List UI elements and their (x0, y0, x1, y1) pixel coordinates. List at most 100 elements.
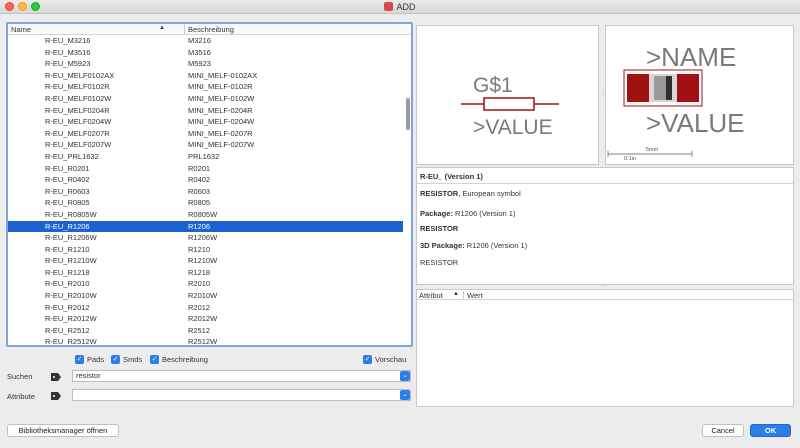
row-description: R2512 (188, 325, 211, 335)
table-row[interactable]: R-EU_R0805W R0805W (8, 209, 403, 221)
row-description: R1210 (188, 244, 211, 254)
table-row[interactable]: R-EU_MELF0207W MINI_MELF-0207W (8, 139, 403, 151)
package-value-text: >VALUE (646, 108, 745, 138)
list-rows: R-EU_M3216 M3216 R-EU_M3516 M3516 R-EU_M5923… (8, 35, 403, 347)
column-header-attribute[interactable]: Attribut (419, 291, 443, 300)
table-row[interactable]: R-EU_R1206 R1206 (8, 220, 403, 233)
row-name: R-EU_R2012W (45, 314, 97, 324)
sort-ascending-icon[interactable]: ▲ (453, 291, 459, 297)
pads-label: Pads (87, 355, 105, 364)
table-row[interactable]: R-EU_MELF0102W MINI_MELF-0102W (8, 93, 403, 105)
row-description: M3516 (188, 47, 211, 57)
table-row[interactable]: R-EU_R2512W R2512W (8, 336, 403, 347)
row-name: R-EU_R0805W (45, 209, 97, 219)
table-row[interactable]: R-EU_R2010 R2010 (8, 278, 403, 290)
row-description: R2012W (188, 314, 218, 324)
row-name: R-EU_R1218 (45, 267, 90, 277)
sort-ascending-icon[interactable]: ▲ (159, 25, 165, 31)
table-row[interactable]: R-EU_R1206W R1206W (8, 232, 403, 244)
open-library-manager-button[interactable]: Bibliotheksmanager öffnen (7, 424, 119, 437)
table-row[interactable]: R-EU_M3516 M3516 (8, 47, 403, 59)
column-divider[interactable] (184, 25, 185, 34)
table-row[interactable]: R-EU_R2012W R2012W (8, 313, 403, 325)
smds-label: Smds (123, 355, 143, 364)
pads-checkbox[interactable]: ✓ Pads (75, 354, 104, 365)
table-row[interactable]: R-EU_R0805 R0805 (8, 197, 403, 209)
3d-package-description: RESISTOR (420, 258, 459, 267)
table-row[interactable]: R-EU_R2512 R2512 (8, 325, 403, 337)
row-name: R-EU_M3216 (45, 36, 91, 45)
column-header-description[interactable]: Beschreibung (188, 25, 234, 34)
row-description: R1218 (188, 267, 211, 277)
scale-mm-label: 5mm (646, 147, 659, 153)
row-name: R-EU_R2010 (45, 279, 90, 289)
row-description: R2010 (188, 279, 211, 289)
search-label: Suchen (7, 372, 33, 381)
chevron-down-icon[interactable]: ⌄ (400, 390, 410, 400)
row-description: R1210W (188, 256, 218, 266)
checkmark-icon: ✓ (75, 355, 84, 364)
row-description: MINI_MELF-0204W (188, 117, 255, 127)
row-name: R-EU_R2512W (45, 337, 97, 347)
device-list[interactable]: Name ▲ Beschreibung R-EU_M3216 M3216 R-EU_… (6, 22, 413, 347)
scale-inch-label: 0.1in (624, 156, 636, 162)
search-input[interactable]: resistor ⌄ (72, 370, 411, 382)
row-description: MINI_MELF-0204R (188, 105, 253, 115)
app-icon (384, 2, 394, 11)
checkmark-icon: ✓ (111, 355, 120, 364)
table-row[interactable]: R-EU_M3216 M3216 (8, 35, 403, 47)
row-name: R-EU_MELF0102AX (45, 70, 115, 80)
row-name: R-EU_R1210 (45, 244, 90, 254)
row-description: MINI_MELF-0207W (188, 140, 255, 150)
symbol-preview: G$1 >VALUE (416, 25, 599, 165)
row-description: M5923 (188, 59, 211, 69)
table-row[interactable]: R-EU_R0402 R0402 (8, 174, 403, 186)
smds-checkbox[interactable]: ✓ Smds (111, 354, 142, 365)
column-divider[interactable] (463, 291, 464, 299)
table-row[interactable]: R-EU_M5923 M5923 (8, 58, 403, 70)
description-line: RESISTOR, European symbol (420, 189, 521, 198)
row-name: R-EU_MELF0102W (45, 93, 112, 103)
row-name: R-EU_M5923 (45, 59, 91, 69)
preview-checkbox[interactable]: ✓ Vorschau (363, 354, 406, 365)
table-row[interactable]: R-EU_R2012 R2012 (8, 302, 403, 314)
device-info-panel: R-EU_ (Version 1) RESISTOR, European sym… (416, 167, 794, 285)
attribute-input[interactable]: ⌄ (72, 389, 411, 401)
table-row[interactable]: R-EU_R0201 R0201 (8, 163, 403, 175)
symbol-name-text: G$1 (473, 74, 513, 97)
table-row[interactable]: R-EU_MELF0204R MINI_MELF-0204R (8, 105, 403, 117)
column-header-value[interactable]: Wert (467, 291, 483, 300)
table-row[interactable]: R-EU_PRL1632 PRL1632 (8, 151, 403, 163)
table-row[interactable]: R-EU_MELF0204W MINI_MELF-0204W (8, 116, 403, 128)
row-description: MINI_MELF-0102AX (188, 70, 258, 80)
column-header-name[interactable]: Name (11, 25, 31, 34)
ok-button[interactable]: OK (750, 424, 791, 437)
resistor-symbol-graphic: G$1 >VALUE (461, 74, 559, 139)
table-row[interactable]: R-EU_MELF0102AX MINI_MELF-0102AX (8, 70, 403, 82)
row-name: R-EU_MELF0204W (45, 117, 112, 127)
table-row[interactable]: R-EU_R1210 R1210 (8, 244, 403, 256)
row-name: R-EU_R0201 (45, 163, 90, 173)
attribute-table-header: Attribut ▲ Wert (417, 290, 793, 300)
title-bar: ADD (0, 0, 800, 14)
search-value: resistor (76, 371, 101, 380)
table-row[interactable]: R-EU_R1218 R1218 (8, 267, 403, 279)
table-row[interactable]: R-EU_MELF0102R MINI_MELF-0102R (8, 81, 403, 93)
row-description: R2010W (188, 291, 218, 301)
cancel-button[interactable]: Cancel (702, 424, 744, 437)
row-description: R2012 (188, 302, 211, 312)
table-row[interactable]: R-EU_R2010W R2010W (8, 290, 403, 302)
row-name: R-EU_R2010W (45, 291, 97, 301)
table-row[interactable]: R-EU_R0603 R0603 (8, 186, 403, 198)
row-name: R-EU_R0402 (45, 175, 90, 185)
row-name: R-EU_R2512 (45, 325, 90, 335)
package-line: Package: R1206 (Version 1) (420, 209, 516, 218)
table-row[interactable]: R-EU_R1210W R1210W (8, 255, 403, 267)
row-description: PRL1632 (188, 151, 220, 161)
table-row[interactable]: R-EU_MELF0207R MINI_MELF-0207R (8, 128, 403, 140)
chevron-down-icon[interactable]: ⌄ (400, 371, 410, 381)
row-description: R1206W (188, 233, 218, 243)
description-checkbox[interactable]: ✓ Beschreibung (150, 354, 208, 365)
symbol-value-text: >VALUE (473, 116, 553, 139)
list-scrollbar[interactable] (406, 98, 410, 130)
